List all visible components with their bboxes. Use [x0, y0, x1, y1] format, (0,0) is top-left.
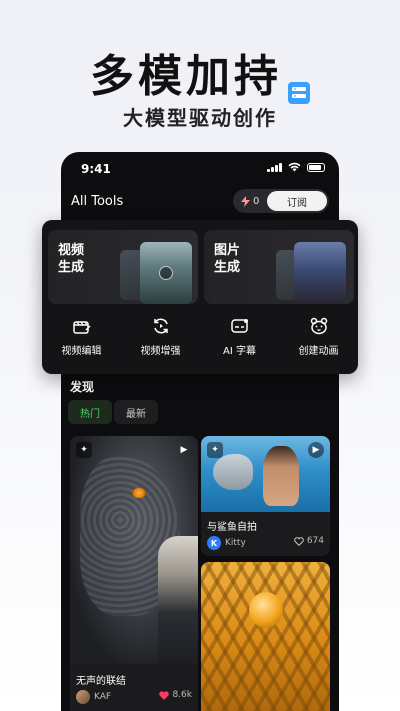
layers-badge-icon	[288, 64, 310, 104]
play-icon: ▶	[180, 445, 188, 455]
subscribe-button[interactable]: 订阅	[267, 191, 327, 211]
tool-row: 视频编辑 视频增强 AI 字幕 创建动画	[42, 316, 358, 357]
hero-title-text: 多模加持	[90, 51, 282, 102]
post-title: 与鲨鱼自拍	[207, 522, 257, 533]
tab-hot[interactable]: 热门	[68, 400, 112, 424]
video-thumbnail	[140, 242, 192, 304]
hero-subtitle: 大模型驱动创作	[123, 106, 277, 130]
avatar: K	[207, 536, 221, 550]
credits-subscribe-pill: 0 订阅	[233, 189, 329, 213]
status-time: 9:41	[81, 162, 111, 176]
page-title: All Tools	[71, 194, 124, 209]
post-card-honey[interactable]	[201, 562, 330, 711]
post-image	[70, 436, 198, 664]
signal-icon	[267, 162, 282, 172]
hero-title: 多模加持	[0, 40, 400, 104]
author-name: KAF	[94, 692, 112, 702]
heart-filled-icon	[159, 690, 170, 700]
sparkle-icon: ✦	[207, 442, 223, 458]
subtitle-icon	[230, 319, 248, 333]
feature-label: 图片 生成	[214, 243, 241, 275]
post-title: 无声的联结	[76, 676, 126, 687]
credits-indicator[interactable]: 0	[233, 195, 267, 207]
tool-video-enhance[interactable]: 视频增强	[121, 316, 200, 357]
post-image	[201, 562, 330, 711]
tool-create-animation[interactable]: 创建动画	[279, 316, 358, 357]
refresh-enhance-icon	[153, 318, 168, 334]
heart-outline-icon	[294, 536, 304, 546]
tool-ai-subtitle[interactable]: AI 字幕	[200, 316, 279, 357]
clapper-edit-icon	[72, 321, 91, 334]
like-count[interactable]: 674	[294, 536, 324, 546]
like-count[interactable]: 8.6k	[159, 690, 192, 700]
play-circle-icon	[159, 266, 173, 280]
feature-label: 视频 生成	[58, 243, 85, 275]
post-author[interactable]: KAF	[76, 690, 111, 704]
post-card-dragon[interactable]: ✦ ▶ 无声的联结 KAF 8.6k	[70, 436, 198, 711]
post-card-shark[interactable]: ✦ ▶ 与鲨鱼自拍 K Kitty 674	[201, 436, 330, 556]
status-bar: 9:41	[61, 152, 339, 186]
likes-value: 8.6k	[172, 690, 192, 700]
discover-title: 发现	[70, 380, 95, 394]
sparkle-icon: ✦	[76, 442, 92, 458]
credits-count: 0	[253, 195, 260, 207]
lightning-icon	[241, 195, 250, 207]
post-author[interactable]: K Kitty	[207, 536, 246, 550]
avatar	[76, 690, 90, 704]
top-bar: All Tools 0 订阅	[61, 188, 339, 216]
author-name: Kitty	[225, 538, 246, 548]
bear-icon	[310, 317, 327, 335]
video-generate-card[interactable]: 视频 生成	[48, 230, 198, 304]
likes-value: 674	[306, 536, 324, 546]
tab-latest[interactable]: 最新	[114, 400, 158, 424]
image-generate-card[interactable]: 图片 生成	[204, 230, 354, 304]
wifi-icon	[288, 162, 301, 172]
image-thumbnail	[294, 242, 346, 304]
tool-video-edit[interactable]: 视频编辑	[42, 316, 121, 357]
play-icon: ▶	[308, 442, 324, 458]
tools-card: 视频 生成 图片 生成 视频编辑 视频增强 AI 字幕 创建动画	[42, 220, 358, 374]
battery-icon	[307, 162, 325, 172]
status-icons	[267, 162, 325, 172]
